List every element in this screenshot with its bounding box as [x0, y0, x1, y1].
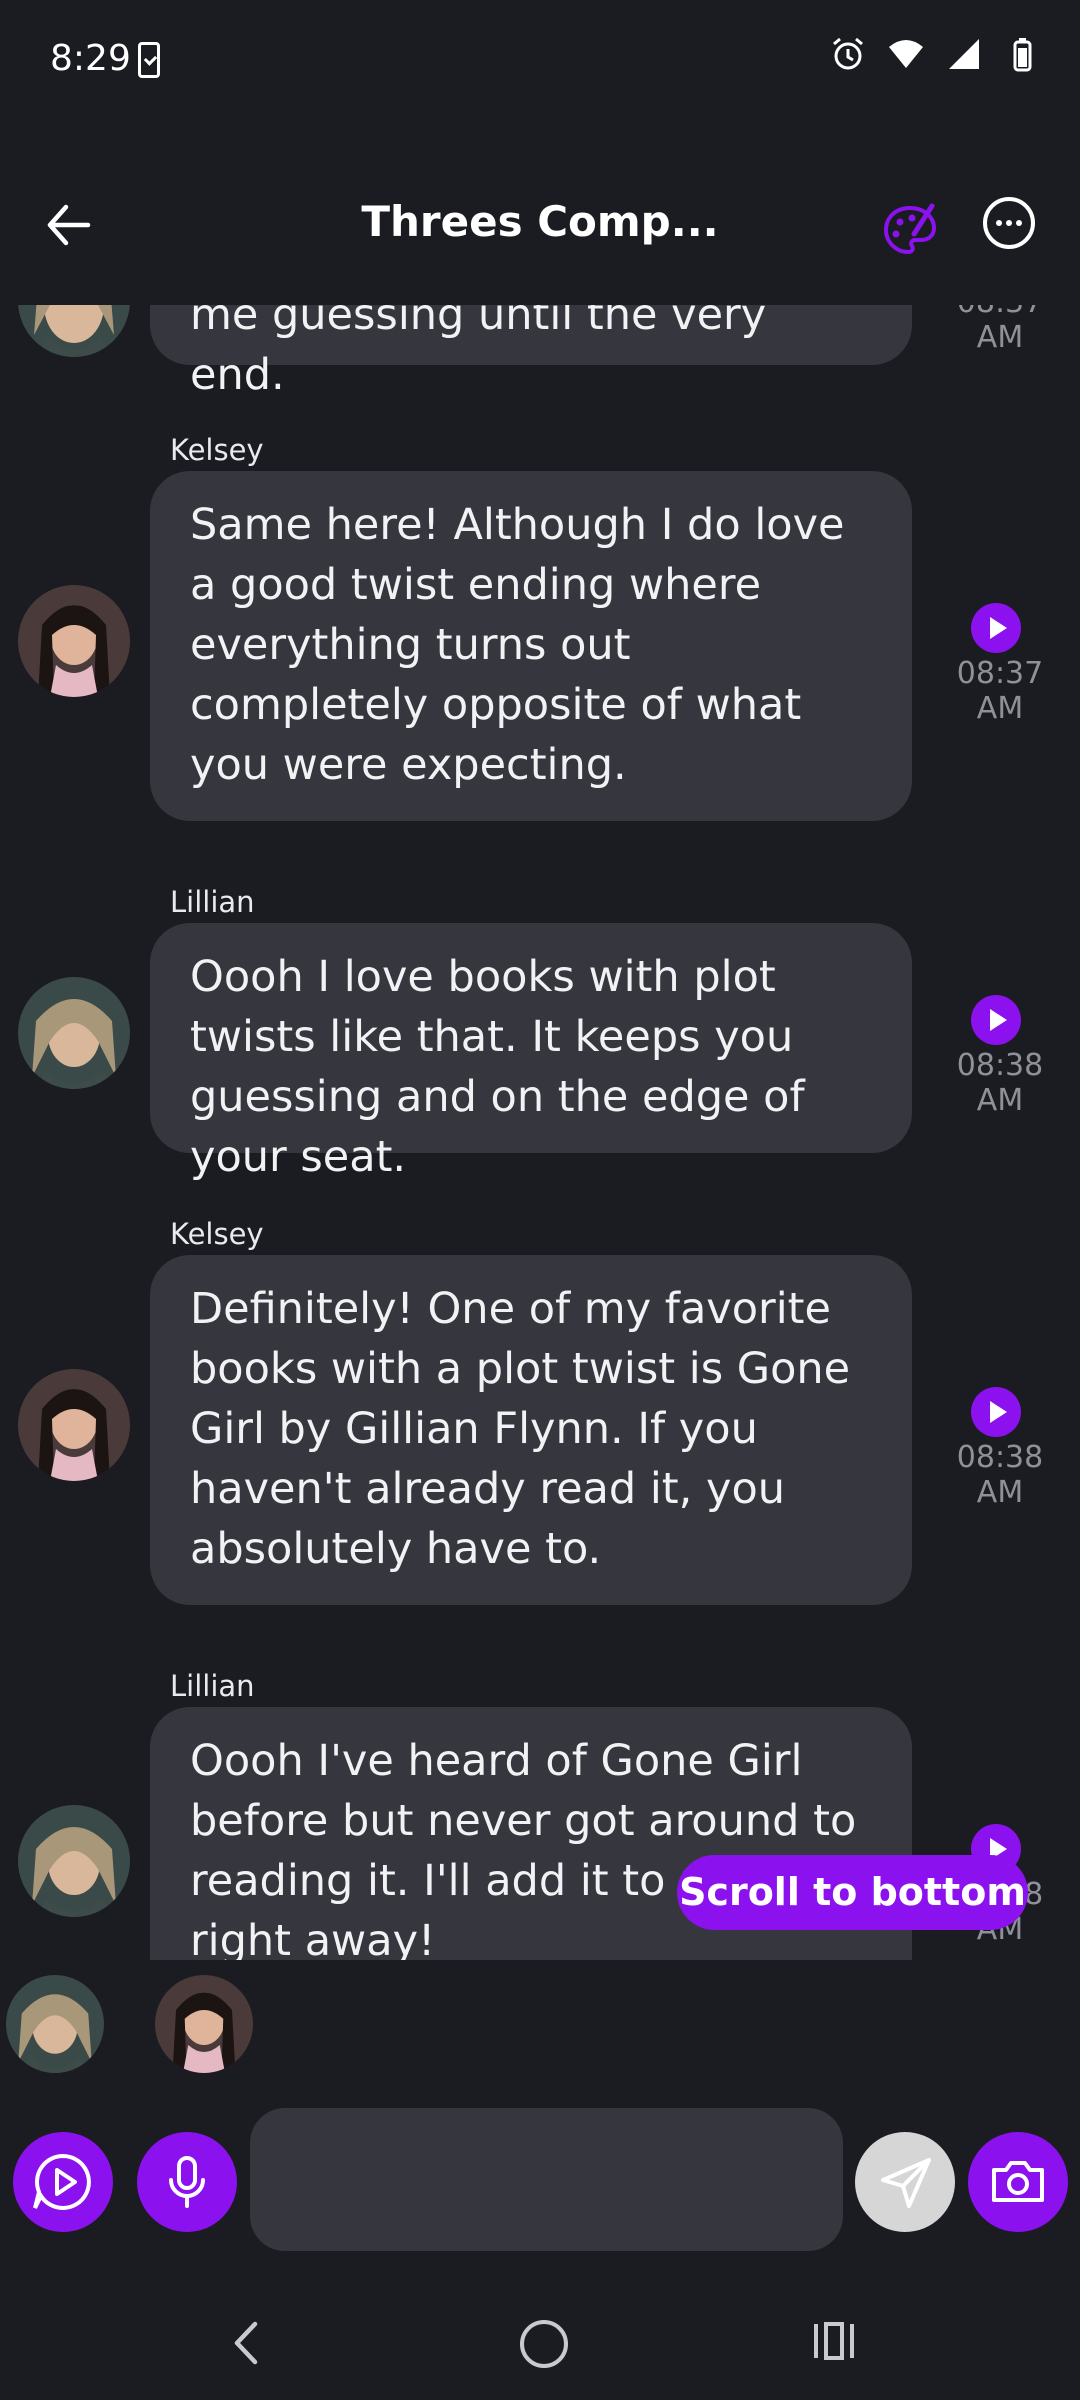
message-text: me guessing until the very end.	[190, 305, 767, 400]
play-audio-button[interactable]	[971, 1387, 1021, 1437]
message-text: Oooh I love books with plot twists like …	[190, 952, 805, 1182]
message-text: Definitely! One of my favorite books wit…	[190, 1284, 851, 1574]
message-bubble[interactable]: me guessing until the very end.	[150, 305, 912, 400]
microphone-icon	[169, 2156, 205, 2208]
chat-header: Threes Comp...	[0, 165, 1080, 290]
status-bar: 8:29	[0, 0, 1080, 125]
message-time: 08:37 AM	[957, 305, 1043, 355]
nav-back-icon[interactable]	[225, 2318, 265, 2368]
palette-icon[interactable]	[880, 200, 940, 260]
message-time: 08:37 AM	[956, 656, 1044, 726]
scroll-to-bottom-button[interactable]: Scroll to bottom	[677, 1855, 1028, 1930]
camera-button[interactable]	[968, 2132, 1068, 2232]
avatar-kelsey[interactable]	[18, 585, 130, 697]
video-chat-icon	[33, 2153, 91, 2210]
participant-avatar-lillian	[6, 1975, 104, 2073]
message-bubble[interactable]: Oooh I love books with plot twists like …	[150, 923, 912, 1182]
send-button[interactable]	[855, 2132, 955, 2232]
sender-name: Kelsey	[170, 1217, 264, 1251]
status-icons	[830, 36, 1040, 72]
nav-home-icon[interactable]	[520, 2320, 568, 2368]
status-time: 8:29	[50, 38, 131, 79]
avatar-lillian[interactable]	[18, 977, 130, 1089]
message-time: 08:38 AM	[956, 1048, 1044, 1118]
avatar-lillian[interactable]	[18, 305, 130, 357]
message-bubble[interactable]: Same here! Although I do love a good twi…	[150, 471, 912, 821]
sender-name: Kelsey	[170, 433, 264, 467]
send-icon	[881, 2158, 931, 2208]
sender-name: Lillian	[170, 885, 255, 919]
message-time: 08:38 AM	[956, 1440, 1044, 1510]
participant-avatar-kelsey	[155, 1975, 253, 2073]
microphone-button[interactable]	[137, 2132, 237, 2232]
signal-icon	[949, 39, 979, 69]
message-bubble[interactable]: Definitely! One of my favorite books wit…	[150, 1255, 912, 1605]
more-options-icon[interactable]	[983, 197, 1035, 249]
avatar-kelsey[interactable]	[18, 1369, 130, 1481]
sender-name: Lillian	[170, 1669, 255, 1703]
wifi-icon	[889, 40, 923, 68]
chat-messages[interactable]: me guessing until the very end. 08:37 AM…	[0, 305, 1080, 1960]
alarm-icon	[833, 37, 863, 70]
camera-icon	[992, 2161, 1044, 2202]
message-input[interactable]	[250, 2108, 843, 2251]
play-audio-button[interactable]	[971, 995, 1021, 1045]
system-navigation-bar	[0, 2290, 1080, 2400]
avatar-lillian[interactable]	[18, 1805, 130, 1917]
message-text: Same here! Although I do love a good twi…	[190, 500, 845, 790]
clipboard-check-icon	[138, 42, 160, 78]
nav-recent-apps-icon[interactable]	[812, 2318, 857, 2363]
message-composer	[0, 2095, 1080, 2270]
video-chat-button[interactable]	[13, 2132, 113, 2232]
play-audio-button[interactable]	[971, 603, 1021, 653]
battery-icon	[1013, 38, 1032, 72]
